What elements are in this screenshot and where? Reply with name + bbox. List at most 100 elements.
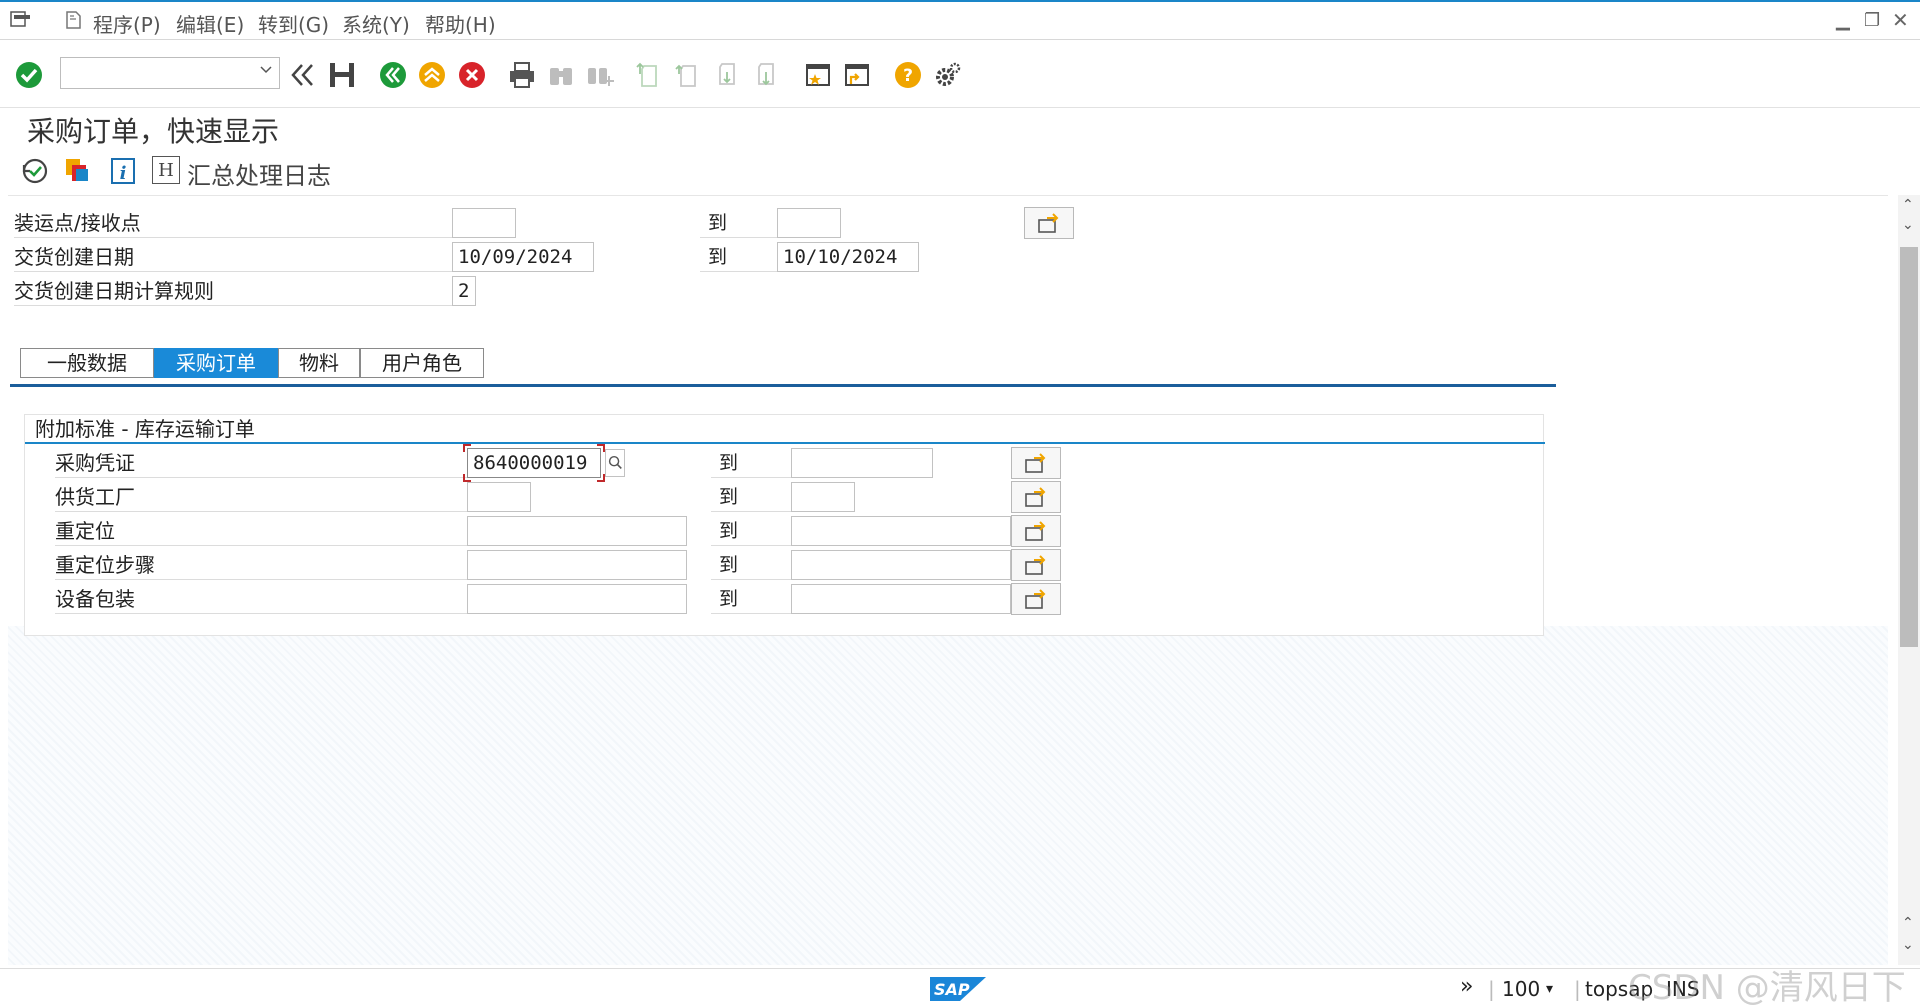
save-icon	[330, 63, 354, 87]
close-icon[interactable]: ✕	[1892, 8, 1909, 32]
menu-program[interactable]: 程序(P)	[93, 9, 161, 38]
scroll-up-bottom-icon[interactable]: ⌃	[1902, 915, 1914, 931]
delivery-creation-date-from-input[interactable]: 10/09/2024	[452, 242, 594, 272]
h-button[interactable]: H	[152, 156, 180, 184]
help-icon: ?	[895, 62, 921, 88]
tab-general-data[interactable]: 一般数据	[20, 348, 154, 378]
selection-screen: 装运点/接收点 到 交货创建日期 10/09/2024 到 10/10/2024…	[8, 195, 1888, 965]
shipping-point-to-label: 到	[700, 208, 784, 238]
tab-user-role[interactable]: 用户角色	[360, 348, 484, 378]
delivery-creation-date-to-input[interactable]: 10/10/2024	[777, 242, 919, 272]
equipment-packing-multiple-selection-button[interactable]	[1011, 583, 1061, 615]
purchasing-document-multiple-selection-button[interactable]	[1011, 447, 1061, 479]
relocation-to-input[interactable]	[791, 516, 1011, 546]
menu-system[interactable]: 系统(Y)	[342, 9, 410, 38]
relocation-multiple-selection-button[interactable]	[1011, 515, 1061, 547]
zoom-level: 100	[1502, 977, 1541, 1001]
exit-button[interactable]	[415, 58, 449, 92]
supplying-plant-to-input[interactable]	[791, 482, 855, 512]
relocation-step-to-input[interactable]	[791, 550, 1011, 580]
title-bar: 采购订单，快速显示	[0, 108, 1920, 148]
minimize-icon[interactable]: ▁	[1836, 10, 1850, 31]
last-page-icon	[758, 63, 774, 86]
print-icon	[510, 62, 534, 88]
svg-text:?: ?	[903, 66, 913, 86]
menu-goto[interactable]: 转到(G)	[258, 9, 329, 38]
scroll-up-icon[interactable]: ⌃	[1902, 197, 1914, 213]
create-session-button[interactable]	[801, 58, 835, 92]
multiple-selection-icon	[1025, 589, 1046, 609]
back-button[interactable]	[376, 58, 410, 92]
previous-page-button	[671, 58, 705, 92]
relocation-step-from-input[interactable]	[467, 550, 687, 580]
multiple-selection-icon	[1025, 487, 1046, 507]
multiple-selection-icon	[1025, 521, 1046, 541]
multiple-selection-icon	[1025, 555, 1046, 575]
scroll-down-icon[interactable]: ⌄	[1902, 217, 1914, 233]
scrollbar-thumb[interactable]	[1900, 247, 1918, 647]
vertical-scrollbar[interactable]: ⌃ ⌄ ⌃ ⌄	[1898, 195, 1920, 965]
customize-layout-button[interactable]	[930, 58, 964, 92]
svg-text:SAP: SAP	[934, 980, 970, 999]
first-page-button	[632, 58, 666, 92]
restore-icon[interactable]: ❐	[1864, 10, 1880, 31]
menu-help[interactable]: 帮助(H)	[425, 9, 496, 38]
gear-icon	[936, 62, 961, 86]
expand-status-icon[interactable]: »	[1460, 974, 1473, 999]
supplying-plant-multiple-selection-button[interactable]	[1011, 481, 1061, 513]
zoom-dropdown-icon[interactable]: ▾	[1546, 981, 1553, 997]
equipment-packing-to-input[interactable]	[791, 584, 1011, 614]
command-field[interactable]	[60, 57, 280, 89]
purchasing-document-from-input[interactable]: 8640000019	[467, 448, 601, 478]
variant-icon	[66, 159, 88, 181]
purchasing-document-label: 采购凭证	[55, 448, 475, 478]
relocation-label: 重定位	[55, 516, 475, 546]
chevron-down-icon[interactable]	[259, 63, 273, 77]
supplying-plant-from-input[interactable]	[467, 482, 531, 512]
previous-page-icon	[675, 64, 696, 87]
generate-shortcut-button[interactable]	[840, 58, 874, 92]
save-button[interactable]	[325, 58, 359, 92]
new-window-icon	[806, 64, 830, 86]
shipping-point-label: 装运点/接收点	[14, 208, 454, 238]
menu-icon[interactable]	[10, 10, 32, 28]
execute-button[interactable]	[18, 154, 52, 188]
scroll-down-bottom-icon[interactable]: ⌄	[1902, 937, 1914, 953]
date-calculation-rule-label: 交货创建日期计算规则	[14, 276, 454, 306]
tabstrip-underline	[10, 384, 1556, 387]
shipping-point-to-input[interactable]	[777, 208, 841, 238]
cancel-button[interactable]	[455, 58, 489, 92]
info-icon: i	[111, 158, 135, 184]
enter-button[interactable]	[12, 58, 46, 92]
relocation-from-input[interactable]	[467, 516, 687, 546]
tab-material[interactable]: 物料	[278, 348, 360, 378]
status-separator: |	[1488, 977, 1495, 1001]
shipping-point-multiple-selection-button[interactable]	[1024, 207, 1074, 239]
hide-command-field-button[interactable]	[286, 58, 320, 92]
get-variant-button[interactable]	[60, 154, 94, 188]
equipment-packing-from-input[interactable]	[467, 584, 687, 614]
purchasing-document-to-label: 到	[711, 448, 795, 478]
equipment-packing-to-label: 到	[711, 584, 795, 614]
print-button[interactable]	[505, 58, 539, 92]
shipping-point-from-input[interactable]	[452, 208, 516, 238]
double-chevron-left-icon	[291, 64, 313, 86]
value-help-button[interactable]	[605, 449, 625, 477]
execute-icon	[22, 158, 48, 184]
document-icon[interactable]	[64, 10, 82, 30]
first-page-icon	[636, 62, 657, 87]
summary-log-button[interactable]: 汇总处理日志	[187, 156, 331, 191]
info-button[interactable]: i	[106, 154, 140, 188]
relocation-to-label: 到	[711, 516, 795, 546]
tab-purchase-order[interactable]: 采购订单	[154, 348, 278, 378]
help-button[interactable]: ?	[891, 58, 925, 92]
exit-icon	[419, 62, 445, 88]
standard-toolbar: ?	[0, 42, 1920, 108]
focus-corner-br	[597, 474, 605, 482]
relocation-step-multiple-selection-button[interactable]	[1011, 549, 1061, 581]
watermark: CSDN @清风日下	[1628, 968, 1906, 1008]
menu-edit[interactable]: 编辑(E)	[176, 9, 244, 38]
purchasing-document-to-input[interactable]	[791, 448, 933, 478]
menu-bar: 程序(P) 编辑(E) 转到(G) 系统(Y) 帮助(H) ▁ ❐ ✕	[0, 0, 1920, 40]
date-calculation-rule-input[interactable]: 2	[452, 276, 476, 306]
